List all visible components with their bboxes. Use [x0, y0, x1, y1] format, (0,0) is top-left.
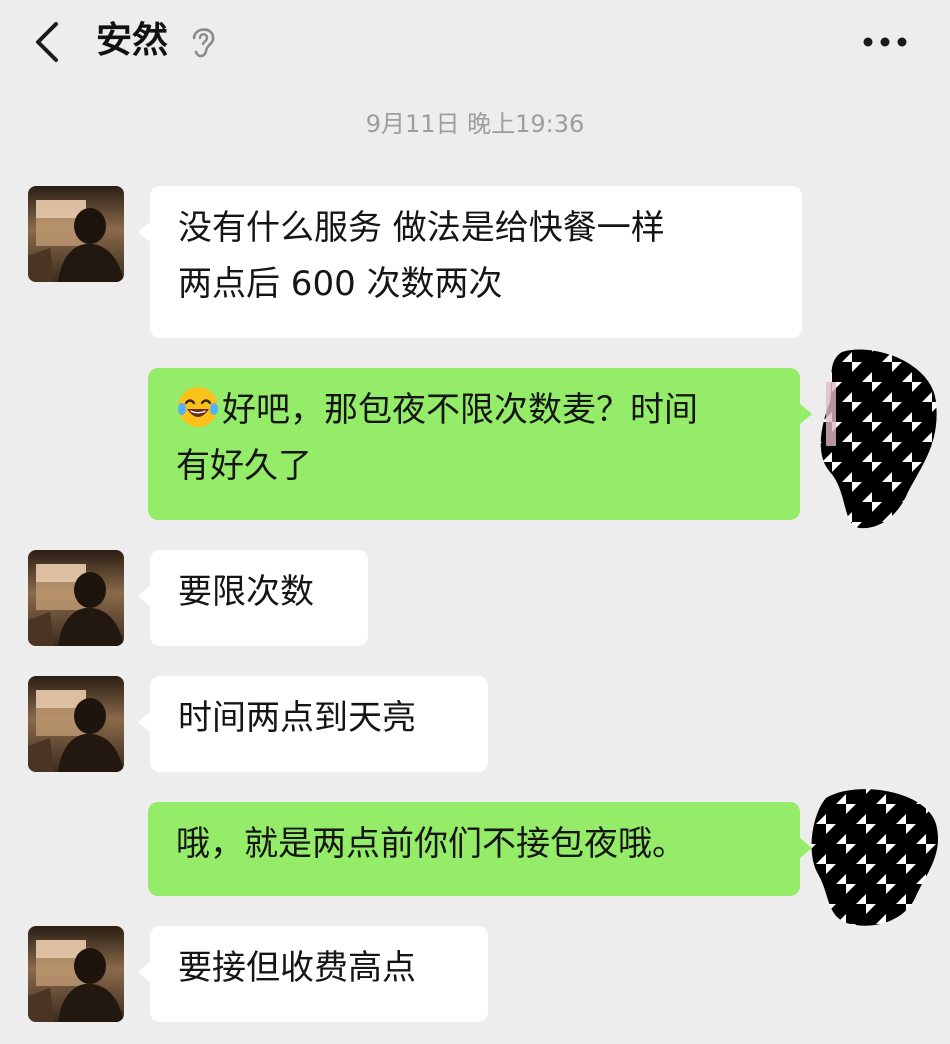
- more-dots-icon[interactable]: [862, 36, 908, 48]
- avatar-photo: [28, 676, 124, 772]
- message-bubble-incoming[interactable]: 要接但收费高点: [138, 926, 488, 1022]
- message-bubble-incoming[interactable]: 要限次数: [138, 550, 368, 646]
- message-bubble-incoming[interactable]: 时间两点到天亮: [138, 676, 488, 772]
- contact-avatar[interactable]: [28, 926, 124, 1022]
- chat-header: 安然: [0, 0, 950, 96]
- avatar-photo: [28, 926, 124, 1022]
- avatar-photo: [28, 550, 124, 646]
- contact-avatar[interactable]: [28, 186, 124, 282]
- message-bubble-outgoing[interactable]: 哦，就是两点前你们不接包夜哦。: [148, 802, 812, 896]
- chevron-left-icon[interactable]: [28, 18, 68, 66]
- self-avatar[interactable]: [812, 342, 942, 532]
- message-bubble-incoming[interactable]: 没有什么服务 做法是给快餐一样 两点后 600 次数两次: [138, 186, 802, 338]
- face-with-tears-of-joy-icon: [178, 387, 218, 427]
- contact-name[interactable]: 安然: [96, 16, 168, 66]
- message-timestamp: 9月11日 晚上19:36: [365, 110, 585, 138]
- ear-icon: [192, 28, 215, 58]
- contact-avatar[interactable]: [28, 550, 124, 646]
- message-text: 好吧，那包夜不限次数麦？时间 有好久了: [176, 390, 698, 486]
- contact-avatar[interactable]: [28, 676, 124, 772]
- message-bubble-outgoing[interactable]: 好吧，那包夜不限次数麦？时间 有好久了: [148, 368, 812, 520]
- avatar-photo: [28, 186, 124, 282]
- self-avatar[interactable]: [806, 784, 942, 930]
